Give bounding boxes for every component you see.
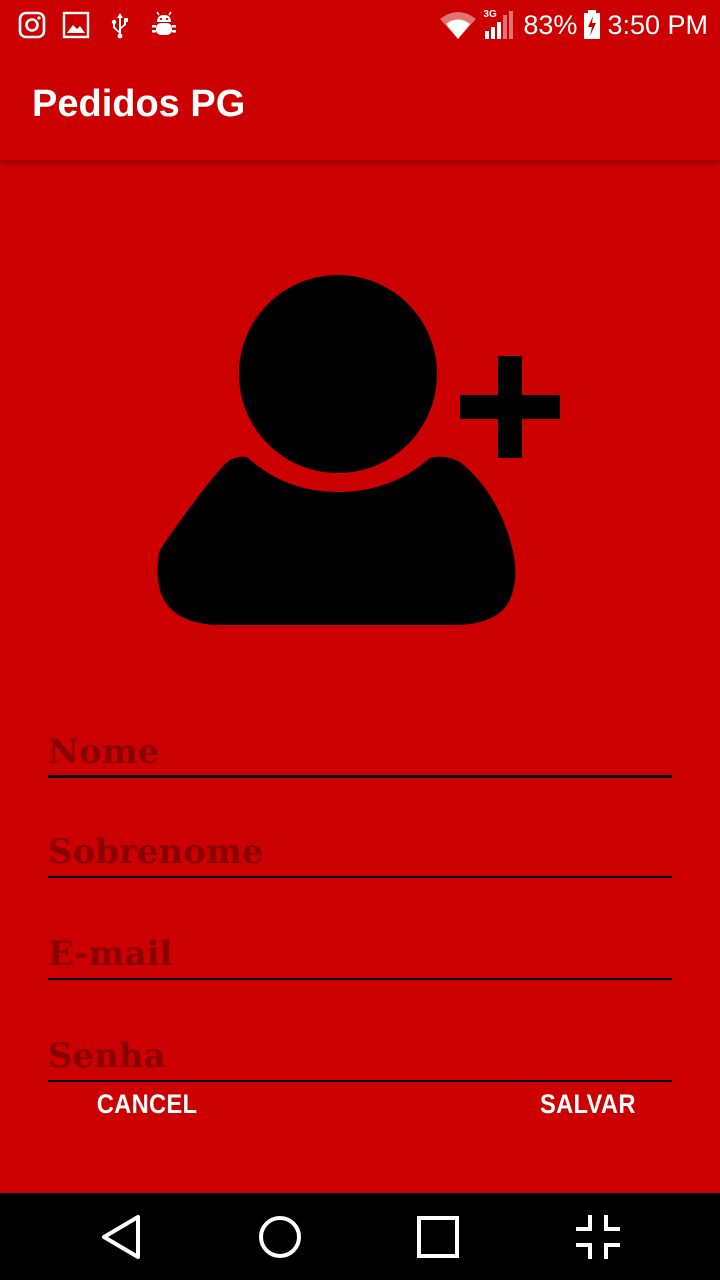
battery-charging-icon: [583, 10, 601, 40]
nome-input[interactable]: [48, 708, 672, 778]
gallery-icon: [62, 11, 90, 39]
senha-field[interactable]: [48, 1012, 672, 1082]
email-field[interactable]: [48, 910, 672, 980]
android-debug-icon: [150, 11, 178, 39]
back-icon[interactable]: [96, 1211, 148, 1263]
nome-field[interactable]: [48, 708, 672, 778]
home-icon[interactable]: [254, 1211, 306, 1263]
collapse-icon[interactable]: [572, 1211, 624, 1263]
sobrenome-underline: [48, 876, 672, 878]
cancel-button[interactable]: CANCEL: [96, 1082, 198, 1126]
save-button[interactable]: SALVAR: [540, 1082, 635, 1126]
notification-icons: [18, 9, 194, 41]
email-input[interactable]: [48, 910, 672, 980]
app-title: Pedidos PG: [32, 83, 246, 125]
battery-percent: 83%: [523, 9, 578, 40]
sobrenome-field[interactable]: [48, 808, 672, 878]
add-user-icon: [155, 270, 565, 635]
usb-icon: [106, 11, 134, 39]
nome-underline: [48, 775, 672, 778]
wifi-icon: [439, 10, 477, 40]
status-indicators: 3G 83% 3:50 PM: [439, 8, 708, 42]
sobrenome-input[interactable]: [48, 808, 672, 878]
senha-input[interactable]: [48, 1012, 672, 1082]
status-bar: 3G 83% 3:50 PM: [0, 0, 720, 50]
app-bar: Pedidos PG: [0, 50, 720, 160]
recents-icon[interactable]: [412, 1211, 464, 1263]
instagram-icon: [18, 11, 46, 39]
navigation-bar: [0, 1193, 720, 1280]
email-underline: [48, 978, 672, 980]
cell-signal-icon: 3G: [483, 9, 517, 41]
clock: 3:50 PM: [607, 9, 708, 40]
